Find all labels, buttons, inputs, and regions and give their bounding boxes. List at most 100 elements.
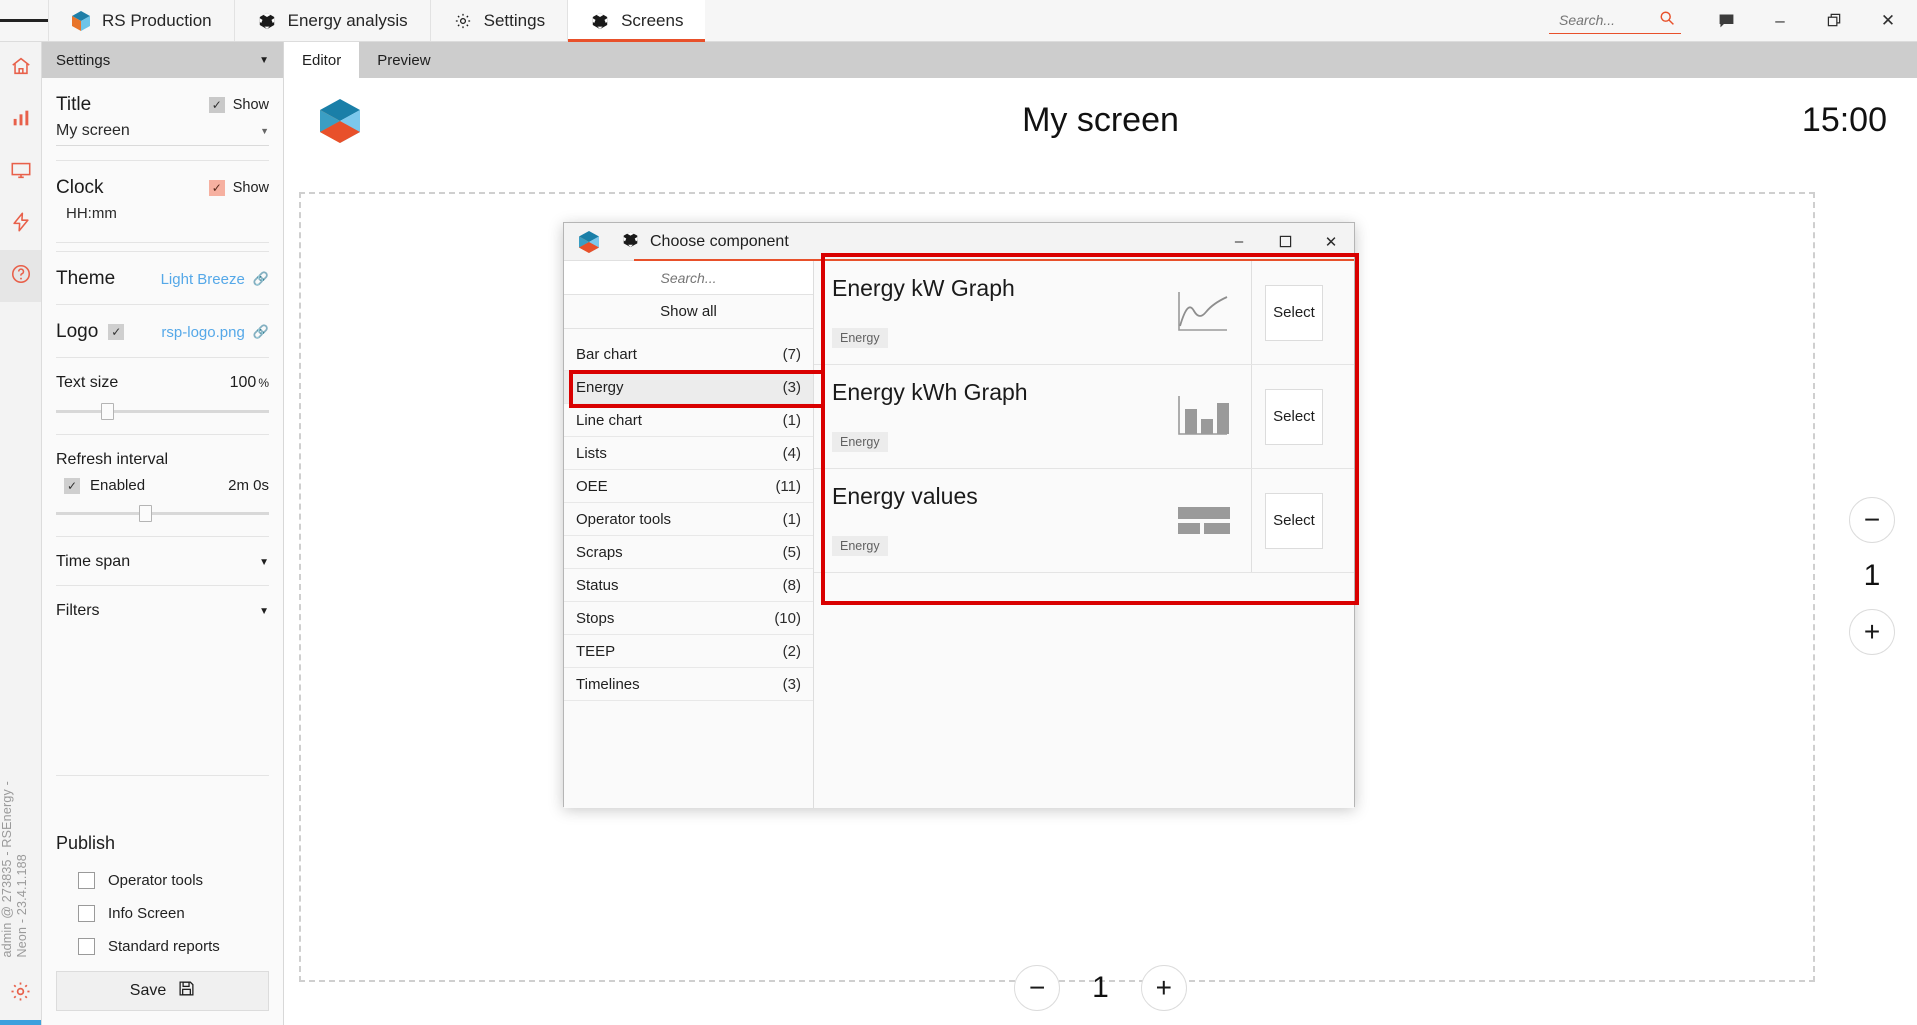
filters-row[interactable]: Filters ▼ bbox=[56, 586, 269, 620]
rsp-hex-logo-icon bbox=[564, 229, 614, 255]
category-count: (7) bbox=[783, 346, 801, 363]
tab-settings[interactable]: Settings bbox=[430, 0, 567, 41]
category-item-stops[interactable]: Stops (10) bbox=[564, 602, 813, 635]
checkbox[interactable] bbox=[78, 872, 95, 889]
checkbox[interactable] bbox=[78, 938, 95, 955]
publish-option-label: Info Screen bbox=[108, 905, 185, 922]
divider bbox=[56, 242, 269, 243]
select-button[interactable]: Select bbox=[1265, 389, 1323, 445]
category-count: (1) bbox=[783, 511, 801, 528]
category-item-oee[interactable]: OEE (11) bbox=[564, 470, 813, 503]
divider bbox=[56, 775, 269, 776]
close-button[interactable]: ✕ bbox=[1863, 0, 1913, 42]
publish-option-standard-reports[interactable]: Standard reports bbox=[56, 930, 269, 963]
clock-show-checkbox[interactable]: ✓ bbox=[209, 180, 225, 196]
dialog-close-button[interactable]: ✕ bbox=[1308, 223, 1354, 261]
publish-option-operator-tools[interactable]: Operator tools bbox=[56, 864, 269, 897]
tab-label: Energy analysis bbox=[288, 11, 408, 31]
zoom-out-button[interactable]: − bbox=[1849, 497, 1895, 543]
tab-rs-production[interactable]: RS Production bbox=[48, 0, 234, 41]
dialog-minimize-button[interactable]: – bbox=[1216, 223, 1262, 261]
hamburger-icon[interactable] bbox=[0, 0, 48, 41]
chat-icon[interactable] bbox=[1701, 0, 1751, 42]
global-search[interactable] bbox=[1549, 8, 1681, 34]
category-item-energy[interactable]: Energy (3) bbox=[564, 371, 813, 404]
rail-item-home[interactable] bbox=[0, 42, 41, 94]
energy-icon bbox=[10, 211, 32, 238]
category-item-timelines[interactable]: Timelines (3) bbox=[564, 668, 813, 701]
component-tag: Energy bbox=[832, 432, 888, 452]
publish-option-info-screen[interactable]: Info Screen bbox=[56, 897, 269, 930]
theme-value-group[interactable]: Light Breeze 🔗 bbox=[161, 271, 269, 288]
screen-clock: 15:00 bbox=[1802, 101, 1887, 140]
rail-item-energy[interactable] bbox=[0, 198, 41, 250]
slider-track bbox=[56, 512, 269, 515]
component-row-energy-kw-graph[interactable]: Energy kW Graph Energy Select bbox=[814, 261, 1354, 365]
checkbox[interactable] bbox=[78, 905, 95, 922]
chevron-down-icon[interactable]: ▼ bbox=[260, 126, 269, 136]
component-select-cell: Select bbox=[1252, 469, 1336, 572]
select-button[interactable]: Select bbox=[1265, 493, 1323, 549]
theme-value-link[interactable]: Light Breeze bbox=[161, 271, 245, 288]
tab-screens[interactable]: Screens bbox=[567, 0, 705, 41]
logo-value-link[interactable]: rsp-logo.png bbox=[161, 324, 244, 341]
component-info: Energy kWh Graph Energy bbox=[832, 365, 1156, 468]
title-input-value: My screen bbox=[56, 122, 130, 140]
category-item-lists[interactable]: Lists (4) bbox=[564, 437, 813, 470]
component-row-energy-kwh-graph[interactable]: Energy kWh Graph Energy Select bbox=[814, 365, 1354, 469]
slider-track bbox=[56, 410, 269, 413]
dialog-body: Show all Bar chart (7) Energy (3) Line c… bbox=[564, 261, 1354, 808]
title-show-checkbox[interactable]: ✓ bbox=[209, 97, 225, 113]
chevron-down-icon[interactable]: ▼ bbox=[259, 606, 269, 617]
clock-format-value[interactable]: HH:mm bbox=[56, 199, 269, 228]
category-item-teep[interactable]: TEEP (2) bbox=[564, 635, 813, 668]
minimize-button[interactable]: – bbox=[1755, 0, 1805, 42]
category-item-status[interactable]: Status (8) bbox=[564, 569, 813, 602]
tab-preview[interactable]: Preview bbox=[359, 42, 448, 78]
category-item-line-chart[interactable]: Line chart (1) bbox=[564, 404, 813, 437]
category-count: (10) bbox=[774, 610, 801, 627]
refresh-interval-slider[interactable] bbox=[56, 504, 269, 522]
rail-item-reports[interactable] bbox=[0, 94, 41, 146]
search-icon[interactable] bbox=[1659, 10, 1675, 31]
restore-button[interactable] bbox=[1809, 0, 1859, 42]
tab-editor[interactable]: Editor bbox=[284, 42, 359, 78]
component-search[interactable] bbox=[564, 261, 813, 295]
search-input[interactable] bbox=[1559, 12, 1651, 28]
rail-spacer bbox=[0, 302, 41, 771]
page-pager: − 1 + bbox=[284, 965, 1917, 1011]
clock-show-group[interactable]: ✓ Show bbox=[209, 180, 269, 196]
page-increase-button[interactable]: + bbox=[1141, 965, 1187, 1011]
component-search-input[interactable] bbox=[564, 270, 813, 286]
link-icon[interactable]: 🔗 bbox=[253, 271, 269, 287]
slider-knob[interactable] bbox=[139, 505, 152, 522]
sidebar-header[interactable]: Settings ▼ bbox=[42, 42, 283, 78]
show-all-button[interactable]: Show all bbox=[564, 295, 813, 329]
zoom-in-button[interactable]: + bbox=[1849, 609, 1895, 655]
title-input[interactable]: My screen ▼ bbox=[56, 116, 269, 146]
rail-item-settings[interactable] bbox=[0, 968, 41, 1020]
logo-value-group[interactable]: rsp-logo.png 🔗 bbox=[161, 324, 269, 341]
tab-energy-analysis[interactable]: Energy analysis bbox=[234, 0, 430, 41]
save-button[interactable]: Save bbox=[56, 971, 269, 1011]
logo-checkbox[interactable]: ✓ bbox=[108, 324, 124, 340]
title-show-group[interactable]: ✓ Show bbox=[209, 97, 269, 113]
link-icon[interactable]: 🔗 bbox=[253, 324, 269, 340]
category-item-operator-tools[interactable]: Operator tools (1) bbox=[564, 503, 813, 536]
component-row-energy-values[interactable]: Energy values Energy Select bbox=[814, 469, 1354, 573]
rail-item-help[interactable] bbox=[0, 250, 41, 302]
time-span-row[interactable]: Time span ▼ bbox=[56, 537, 269, 571]
rail-item-screens[interactable] bbox=[0, 146, 41, 198]
dialog-titlebar: Choose component – ✕ bbox=[564, 223, 1354, 261]
theme-row: Theme Light Breeze 🔗 bbox=[56, 252, 269, 290]
slider-knob[interactable] bbox=[101, 403, 114, 420]
page-decrease-button[interactable]: − bbox=[1014, 965, 1060, 1011]
refresh-enabled-checkbox[interactable]: ✓ bbox=[64, 478, 80, 494]
dialog-maximize-button[interactable] bbox=[1262, 223, 1308, 261]
chevron-down-icon[interactable]: ▼ bbox=[259, 557, 269, 568]
category-item-scraps[interactable]: Scraps (5) bbox=[564, 536, 813, 569]
select-button[interactable]: Select bbox=[1265, 285, 1323, 341]
dialog-window-controls: – ✕ bbox=[1216, 223, 1354, 261]
text-size-slider[interactable] bbox=[56, 402, 269, 420]
category-item-bar-chart[interactable]: Bar chart (7) bbox=[564, 338, 813, 371]
